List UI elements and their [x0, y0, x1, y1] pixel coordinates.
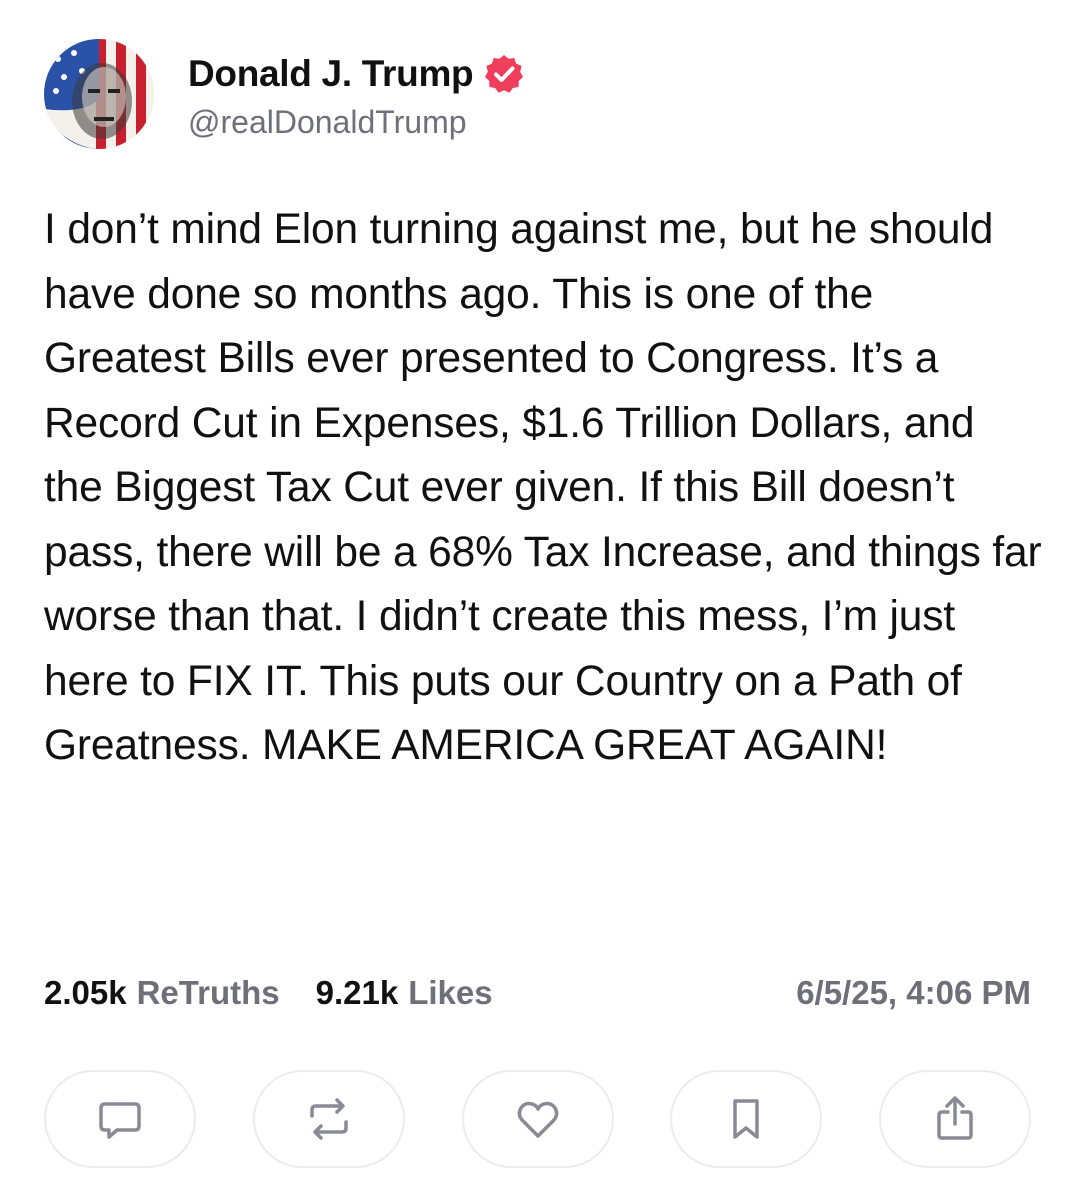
- comment-icon: [99, 1102, 141, 1139]
- author-info: Donald J. Trump @realDonaldTrump: [188, 48, 525, 141]
- likes-count: 9.21k: [315, 974, 399, 1011]
- heart-icon: [517, 1101, 558, 1138]
- share-button[interactable]: [879, 1070, 1031, 1168]
- post-text: I don’t mind Elon turning against me, bu…: [44, 206, 1042, 769]
- likes-label: Likes: [408, 974, 493, 1011]
- bookmark-icon: [733, 1099, 759, 1139]
- retruths-stat[interactable]: 2.05k ReTruths: [44, 974, 280, 1012]
- likes-stat[interactable]: 9.21k Likes: [316, 974, 493, 1012]
- retruth-icon: [310, 1098, 348, 1140]
- reply-button[interactable]: [44, 1070, 196, 1168]
- avatar-image: [44, 39, 154, 149]
- user-handle[interactable]: @realDonaldTrump: [188, 104, 525, 141]
- action-bar: [44, 1070, 1031, 1170]
- display-name[interactable]: Donald J. Trump: [188, 53, 474, 95]
- retruths-label: ReTruths: [136, 974, 280, 1011]
- like-button[interactable]: [461, 1070, 614, 1168]
- post-stats: 2.05k ReTruths 9.21k Likes 6/5/25, 4:06 …: [44, 968, 1031, 1018]
- retruths-count: 2.05k: [44, 974, 127, 1011]
- bookmark-button[interactable]: [670, 1070, 823, 1168]
- share-icon: [937, 1096, 973, 1140]
- retruth-button[interactable]: [252, 1070, 405, 1168]
- verified-badge-icon: [483, 53, 525, 95]
- name-row: Donald J. Trump: [188, 48, 525, 100]
- avatar[interactable]: [44, 39, 154, 149]
- post-timestamp: 6/5/25, 4:06 PM: [796, 974, 1031, 1011]
- post-header: Donald J. Trump @realDonaldTrump: [44, 38, 525, 150]
